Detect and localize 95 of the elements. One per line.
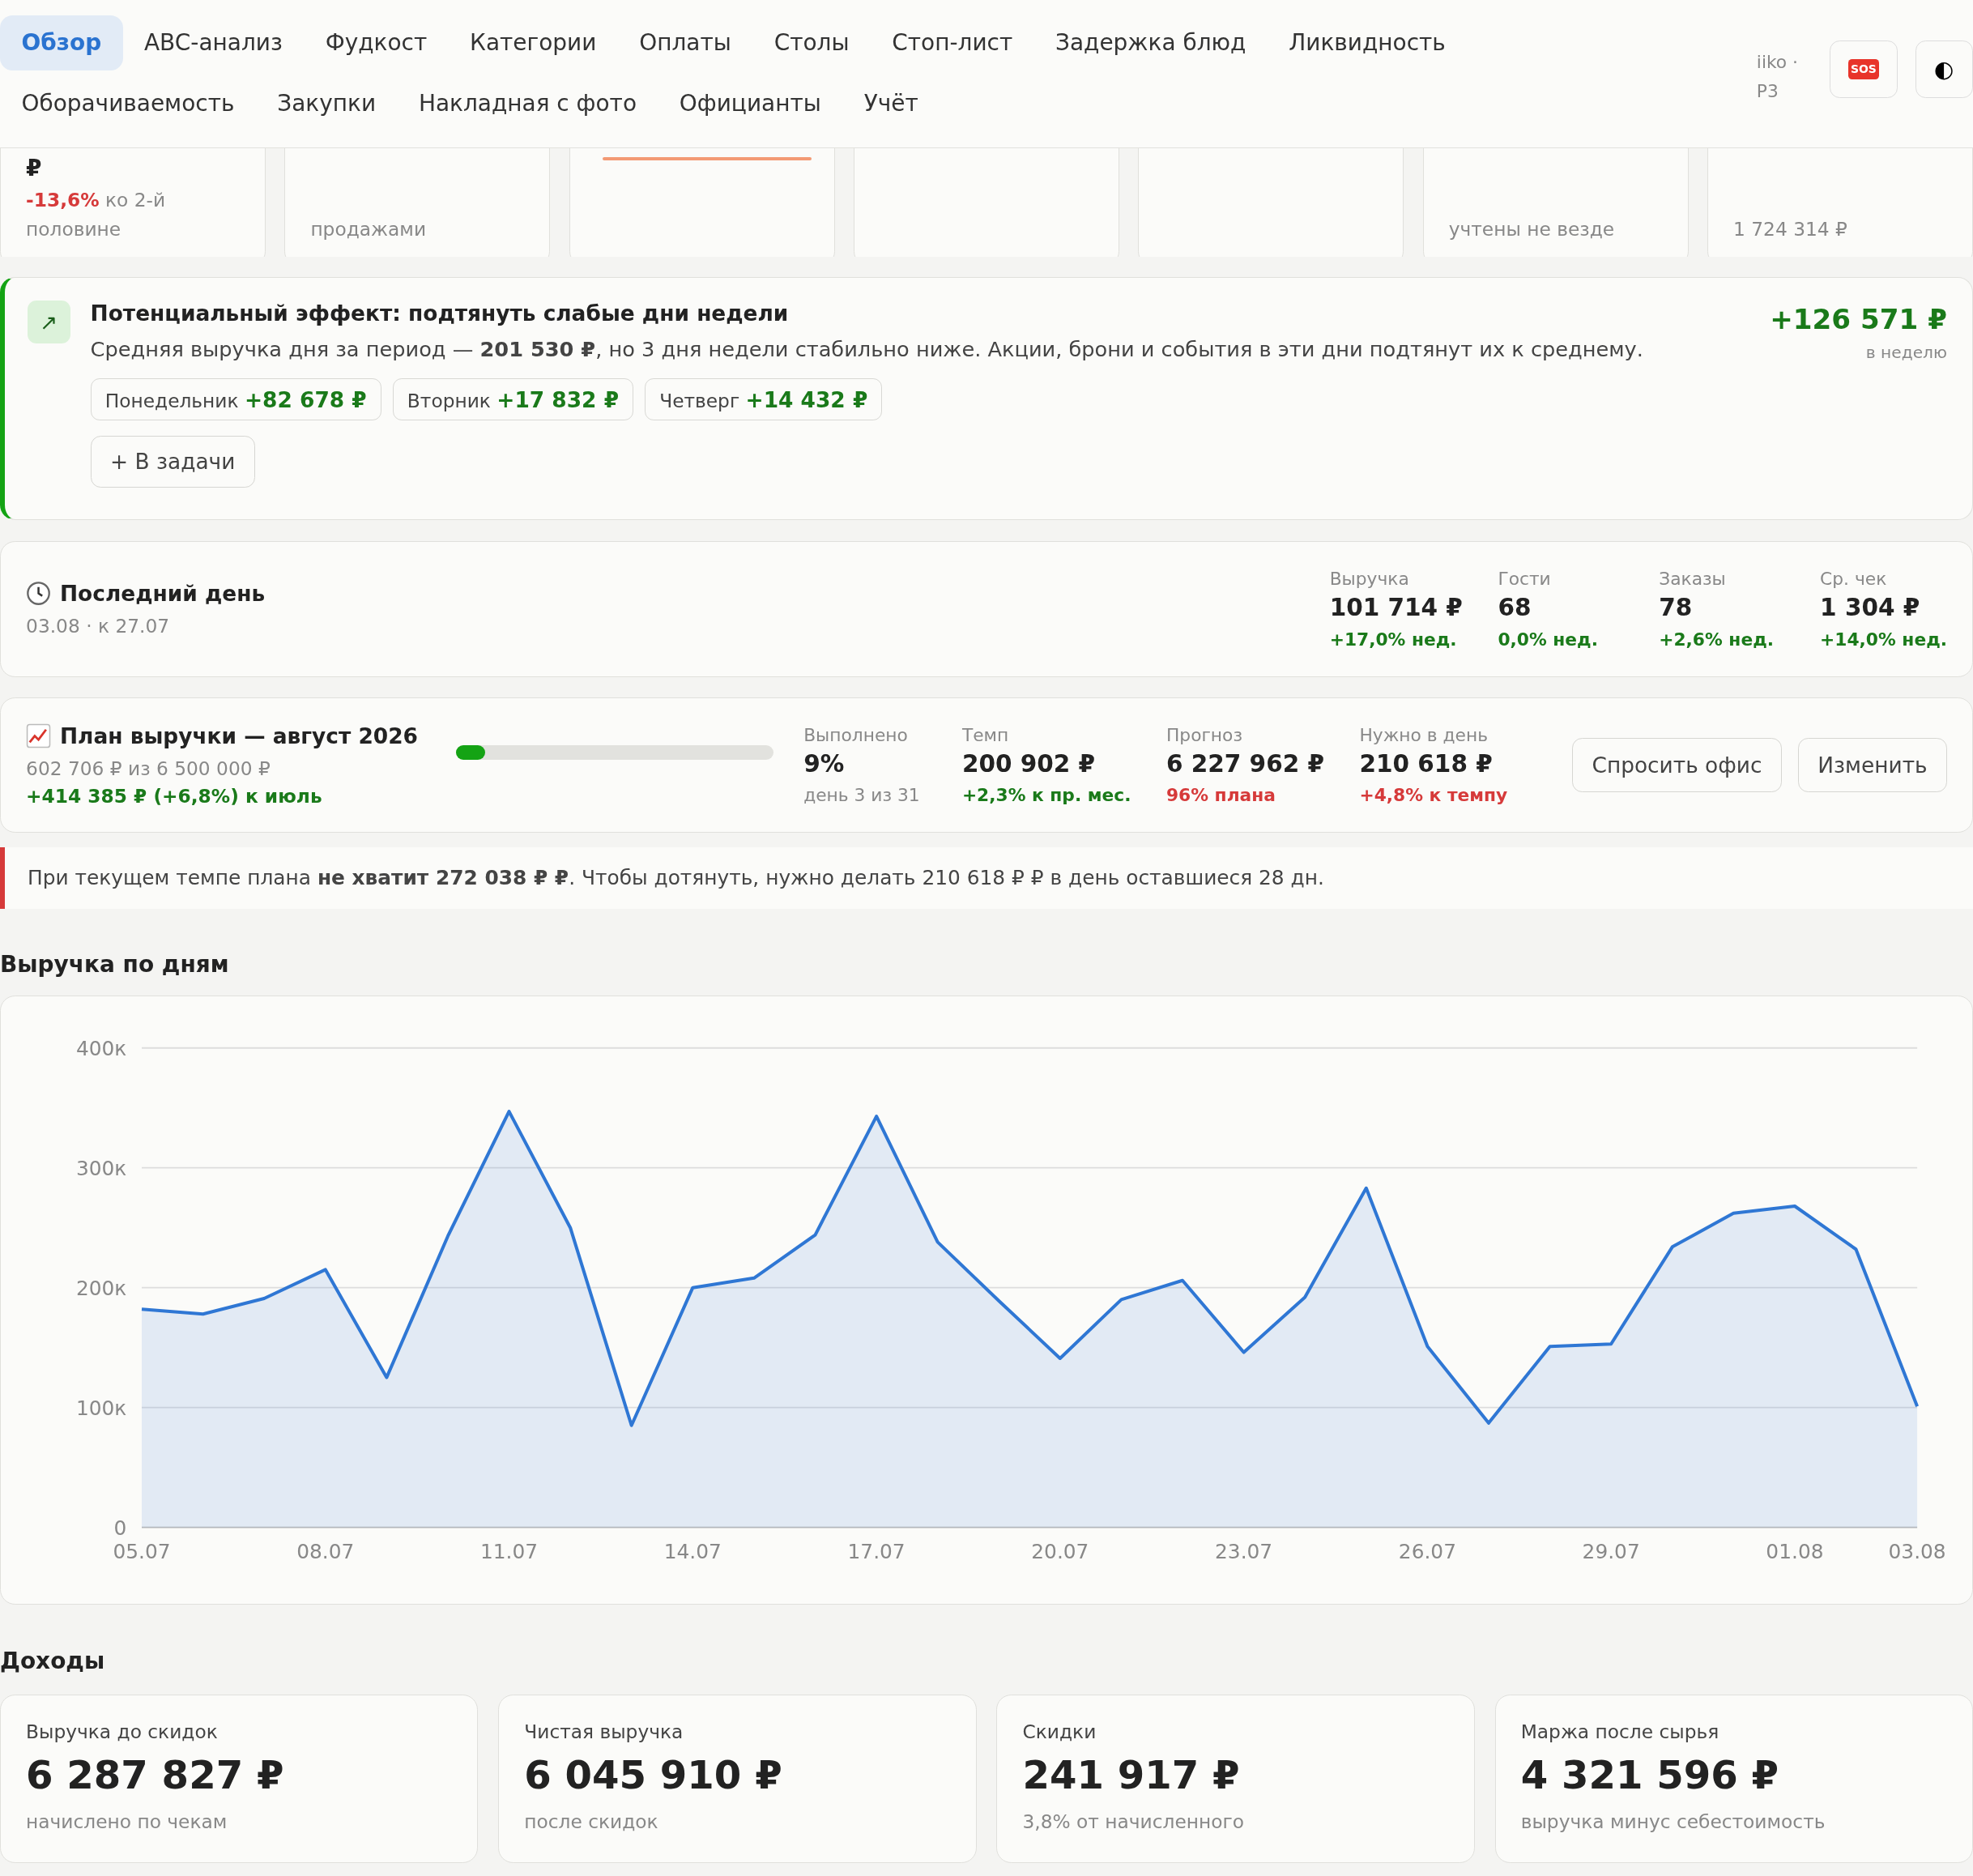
x-axis-label: 23.07: [1215, 1540, 1273, 1564]
nav-tab[interactable]: Стоп-лист: [870, 15, 1034, 70]
section-title: Выручка по дням: [0, 951, 230, 979]
plan-button[interactable]: Изменить: [1798, 737, 1947, 793]
y-axis-label: 200к: [75, 1277, 127, 1301]
metric-note: 96% плана: [1165, 785, 1276, 806]
income-label: Чистая выручка: [524, 1720, 684, 1742]
chart-icon: [26, 723, 52, 748]
metric-label: Заказы: [1659, 569, 1727, 590]
metric-delta: +14,0% нед.: [1820, 629, 1947, 650]
clock-icon: [26, 581, 52, 607]
card-note: 1 724 314 ₽: [1733, 216, 1848, 241]
metric-value: 200 902 ₽: [961, 749, 1097, 778]
y-axis-label: 300к: [75, 1157, 127, 1181]
effect-total: +126 571 ₽: [1770, 302, 1947, 335]
nav-tab[interactable]: Ликвидность: [1267, 15, 1468, 70]
x-axis-label: 01.08: [1766, 1540, 1824, 1564]
x-axis-label: 11.07: [480, 1540, 539, 1564]
metric-note: +2,3% к пр. мес.: [961, 785, 1131, 806]
metric-note: +4,8% к темпу: [1359, 785, 1508, 806]
effect-title: Потенциальный эффект: подтянуть слабые дни недели: [90, 300, 790, 326]
y-axis-label: 100к: [75, 1396, 127, 1421]
metric-value: 210 618 ₽: [1359, 749, 1494, 778]
income-value: 4 321 596 ₽: [1520, 1752, 1780, 1798]
nav-tab[interactable]: Накладная с фото: [397, 75, 658, 131]
income-label: Маржа после сырья: [1520, 1720, 1720, 1742]
card-note: -13,6% ко 2-й половине: [26, 187, 167, 241]
source-label: iiko · Р3: [1756, 51, 1799, 103]
section-title: Доходы: [0, 1647, 106, 1674]
income-value: 241 917 ₽: [1022, 1752, 1241, 1798]
income-label: Скидки: [1022, 1720, 1097, 1742]
income-value: 6 045 910 ₽: [524, 1752, 783, 1798]
x-axis-label: 29.07: [1582, 1540, 1640, 1564]
nav-tab[interactable]: Оплаты: [617, 15, 753, 70]
x-axis-label: 26.07: [1398, 1540, 1456, 1564]
effect-text: Средняя выручка дня за период — 201 530 ₽, но 3 дня недели стабильно ниже. Акции, брони и события в эти дни подтянут их к среднему.: [90, 336, 1644, 361]
y-axis-label: 0: [113, 1516, 127, 1541]
metric-value: 6 227 962 ₽: [1165, 749, 1324, 778]
plan-button[interactable]: Спросить офис: [1572, 737, 1782, 793]
x-axis-label: 03.08: [1888, 1540, 1946, 1564]
x-axis-label: 14.07: [663, 1540, 722, 1564]
metric-value: 9%: [803, 749, 846, 778]
x-axis-label: 08.07: [296, 1540, 355, 1564]
income-value: 6 287 827 ₽: [26, 1752, 285, 1798]
metric-delta: 0,0% нед.: [1498, 629, 1599, 650]
income-note: 3,8% от начисленного: [1022, 1810, 1245, 1832]
x-axis-label: 20.07: [1031, 1540, 1089, 1564]
nav-tab[interactable]: Категории: [448, 15, 618, 70]
add-task-button[interactable]: + В задачи: [90, 435, 255, 488]
last-day-subtitle: 03.08 · к 27.07: [26, 615, 171, 637]
metric-label: Нужно в день: [1359, 724, 1489, 745]
income-note: после скидок: [524, 1810, 659, 1832]
plan-subtitle: 602 706 ₽ из 6 500 000 ₽: [26, 757, 271, 779]
card-note: продажами: [310, 216, 428, 241]
nav-tab[interactable]: Столы: [752, 15, 871, 70]
x-axis-label: 17.07: [847, 1540, 906, 1564]
card-note: учтены не везде: [1448, 216, 1616, 241]
metric-label: Прогноз: [1165, 724, 1243, 745]
metric-label: Ср. чек: [1820, 569, 1888, 590]
nav-tab[interactable]: ABC-анализ: [122, 15, 305, 70]
effect-total-note: в неделю: [1864, 343, 1947, 363]
metric-value: 101 714 ₽: [1329, 594, 1463, 622]
plan-title: План выручки — август 2026: [60, 723, 418, 748]
weekday-chip: Понедельник +82 678 ₽: [90, 378, 381, 421]
nav-tab[interactable]: Официанты: [658, 75, 843, 131]
metric-delta: +17,0% нед.: [1329, 629, 1458, 650]
y-axis-label: 400к: [75, 1037, 127, 1061]
income-note: начислено по чекам: [26, 1810, 228, 1832]
income-label: Выручка до скидок: [26, 1720, 219, 1742]
nav-tab[interactable]: Учёт: [842, 75, 940, 131]
metric-value: 78: [1659, 594, 1694, 622]
nav-tab[interactable]: Закупки: [255, 75, 398, 131]
metric-delta: +2,6% нед.: [1659, 629, 1775, 650]
nav-tab[interactable]: Задержка блюд: [1033, 15, 1268, 70]
theme-toggle-button[interactable]: ◐: [1915, 40, 1973, 99]
metric-note: день 3 из 31: [803, 785, 921, 806]
metric-label: Выполнено: [803, 724, 909, 745]
metric-label: Выручка: [1329, 569, 1410, 590]
nav-tab[interactable]: Фудкост: [304, 15, 449, 70]
weekday-chip: Четверг +14 432 ₽: [645, 378, 883, 421]
nav-tab[interactable]: Оборачиваемость: [0, 75, 256, 131]
plan-alert: При текущем темпе плана не хватит 272 038 ₽ ₽. Чтобы дотянуть, нужно делать 210 618 ₽ ₽ в день оставшиеся 28 дн.: [0, 846, 1973, 909]
x-axis-label: 05.07: [113, 1540, 171, 1564]
plan-delta: +414 385 ₽ (+6,8%) к июль: [26, 785, 323, 808]
metric-value: 1 304 ₽: [1820, 594, 1921, 622]
card-value: ₽: [26, 155, 43, 181]
sos-button[interactable]: SOS: [1829, 40, 1898, 99]
nav-tab[interactable]: Обзор: [0, 15, 123, 70]
weekday-chip: Вторник +17 832 ₽: [392, 378, 634, 421]
last-day-title: Последний день: [60, 581, 266, 607]
income-note: выручка минус себестоимость: [1520, 1810, 1826, 1832]
metric-value: 68: [1498, 594, 1532, 622]
metric-label: Гости: [1498, 569, 1552, 590]
trend-icon: ↗: [27, 300, 70, 343]
metric-label: Темп: [961, 724, 1010, 745]
